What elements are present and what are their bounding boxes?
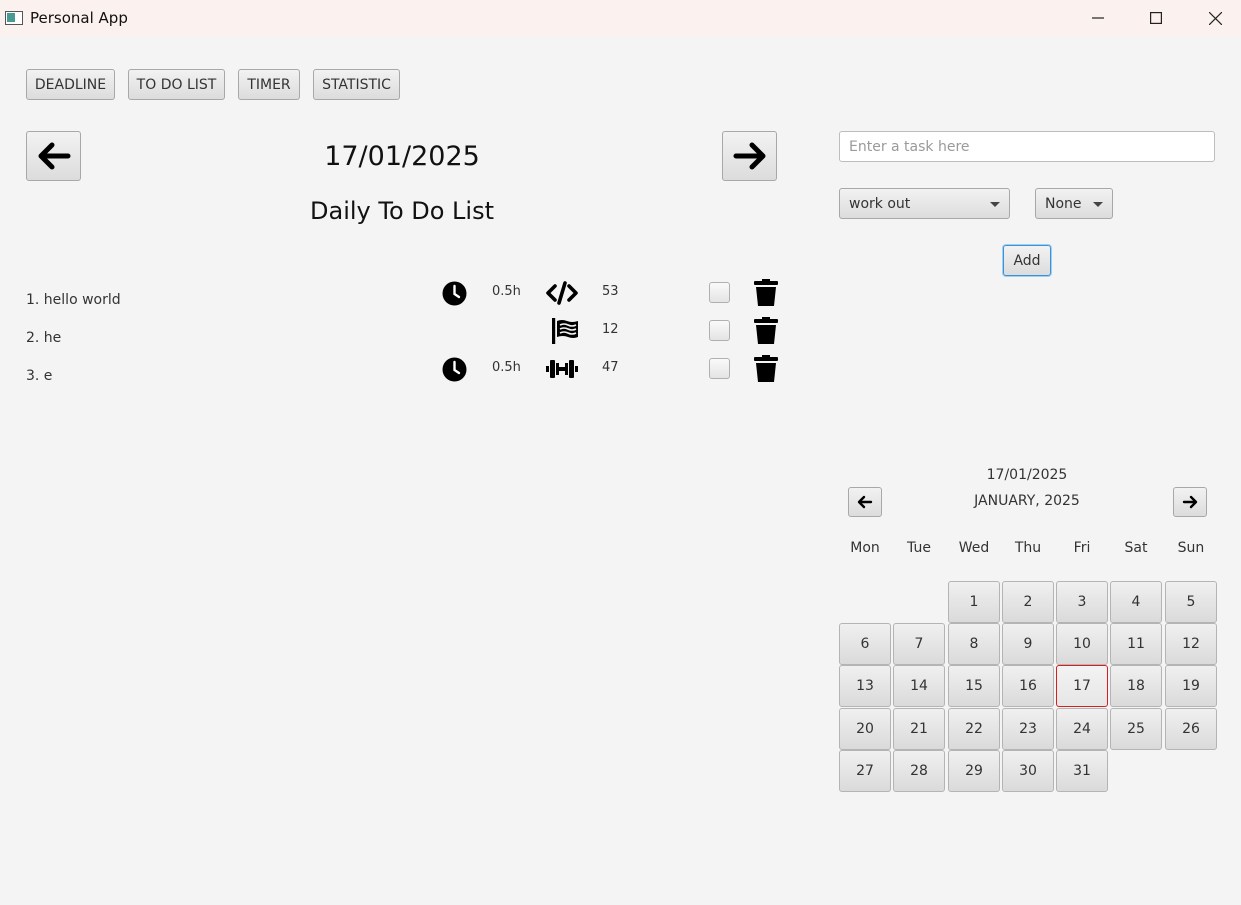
clock-icon [442, 357, 467, 382]
flag-icon [552, 318, 578, 344]
task-row: 2. he 12 [0, 317, 800, 357]
calendar-selected-date: 17/01/2025 [986, 467, 1068, 483]
weekday-label: Fri [1073, 540, 1091, 556]
calendar-day[interactable]: 19 [1165, 665, 1217, 707]
close-icon [1208, 11, 1222, 25]
calendar-day[interactable]: 8 [948, 623, 1000, 665]
window-title: Personal App [30, 9, 128, 27]
task-duration: 0.5h [492, 360, 521, 375]
calendar-day[interactable]: 2 [1002, 581, 1054, 623]
minimize-button[interactable] [1075, 0, 1121, 36]
calendar-day[interactable]: 28 [893, 750, 945, 792]
maximize-button[interactable] [1133, 0, 1179, 36]
previous-month-button[interactable] [848, 487, 882, 517]
weekday-label: Tue [907, 540, 931, 556]
maximize-icon [1150, 12, 1162, 24]
calendar-day[interactable]: 22 [948, 708, 1000, 750]
task-row: 3. e 0.5h 47 [0, 355, 800, 395]
dumbbell-icon [546, 360, 578, 378]
trash-icon[interactable] [754, 317, 778, 345]
next-month-button[interactable] [1173, 487, 1207, 517]
previous-day-button[interactable] [26, 131, 81, 181]
calendar-day-today[interactable]: 17 [1056, 665, 1108, 707]
priority-select-value: None [1045, 195, 1082, 212]
trash-icon[interactable] [754, 355, 778, 383]
add-button[interactable]: Add [1003, 245, 1051, 276]
task-label: 3. e [26, 368, 53, 384]
current-date: 17/01/2025 [324, 141, 480, 172]
task-value: 53 [602, 284, 619, 299]
arrow-right-icon [1182, 495, 1198, 509]
calendar-day[interactable]: 1 [948, 581, 1000, 623]
app-icon [5, 11, 23, 25]
task-input[interactable] [839, 131, 1215, 162]
next-day-button[interactable] [722, 131, 777, 181]
minimize-icon [1092, 17, 1104, 19]
calendar-day[interactable]: 6 [839, 623, 891, 665]
calendar-day[interactable]: 4 [1110, 581, 1162, 623]
task-label: 1. hello world [26, 292, 121, 308]
title-bar: Personal App [0, 0, 1241, 36]
calendar-day[interactable]: 10 [1056, 623, 1108, 665]
calendar-day[interactable]: 13 [839, 665, 891, 707]
task-duration: 0.5h [492, 284, 521, 299]
task-row: 1. hello world 0.5h 53 [0, 279, 800, 319]
task-done-checkbox[interactable] [709, 320, 730, 341]
arrow-left-icon [857, 495, 873, 509]
priority-select[interactable]: None [1035, 188, 1113, 219]
category-select-value: work out [849, 195, 911, 212]
calendar-day[interactable]: 7 [893, 623, 945, 665]
timer-button[interactable]: TIMER [238, 69, 300, 100]
calendar-day[interactable]: 18 [1110, 665, 1162, 707]
task-label: 2. he [26, 330, 62, 346]
calendar-day[interactable]: 29 [948, 750, 1000, 792]
calendar-day[interactable]: 30 [1002, 750, 1054, 792]
calendar-day[interactable]: 24 [1056, 708, 1108, 750]
clock-icon [442, 281, 467, 306]
category-select[interactable]: work out [839, 188, 1010, 219]
calendar-day[interactable]: 16 [1002, 665, 1054, 707]
chevron-down-icon [990, 202, 1000, 207]
calendar-day[interactable]: 23 [1002, 708, 1054, 750]
calendar-day[interactable]: 20 [839, 708, 891, 750]
calendar-day[interactable]: 5 [1165, 581, 1217, 623]
task-done-checkbox[interactable] [709, 358, 730, 379]
deadline-button[interactable]: DEADLINE [26, 69, 115, 100]
chevron-down-icon [1093, 202, 1103, 207]
arrow-right-icon [733, 142, 765, 170]
weekday-label: Thu [1014, 540, 1042, 556]
trash-icon[interactable] [754, 279, 778, 307]
close-button[interactable] [1192, 0, 1238, 36]
calendar-day[interactable]: 26 [1165, 708, 1217, 750]
task-value: 12 [602, 322, 619, 337]
calendar-month-label: JANUARY, 2025 [974, 493, 1080, 509]
calendar-day[interactable]: 12 [1165, 623, 1217, 665]
weekday-label: Mon [850, 540, 880, 556]
todo-list-button[interactable]: TO DO LIST [128, 69, 225, 100]
calendar-day[interactable]: 15 [948, 665, 1000, 707]
calendar-day[interactable]: 9 [1002, 623, 1054, 665]
calendar-day[interactable]: 3 [1056, 581, 1108, 623]
calendar-day[interactable]: 27 [839, 750, 891, 792]
task-done-checkbox[interactable] [709, 282, 730, 303]
task-value: 47 [602, 360, 619, 375]
calendar-day[interactable]: 31 [1056, 750, 1108, 792]
calendar-day[interactable]: 25 [1110, 708, 1162, 750]
weekday-label: Sat [1124, 540, 1148, 556]
weekday-label: Wed [958, 540, 990, 556]
list-title: Daily To Do List [310, 197, 494, 225]
calendar-day[interactable]: 21 [893, 708, 945, 750]
statistic-button[interactable]: STATISTIC [313, 69, 400, 100]
weekday-label: Sun [1177, 540, 1205, 556]
calendar-day[interactable]: 14 [893, 665, 945, 707]
arrow-left-icon [38, 142, 70, 170]
code-icon [546, 281, 578, 305]
calendar-day[interactable]: 11 [1110, 623, 1162, 665]
